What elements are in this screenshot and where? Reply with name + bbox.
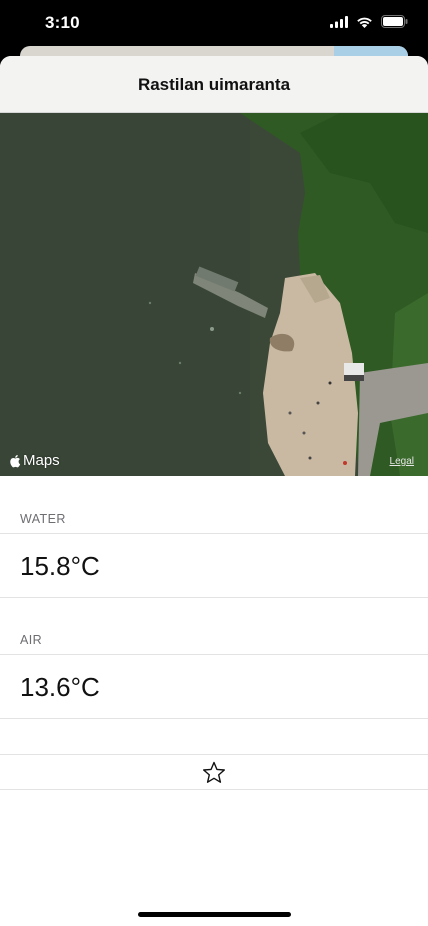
apple-logo-icon [10, 454, 21, 467]
water-temperature: 15.8°C [20, 551, 100, 581]
water-section-header: WATER [20, 512, 66, 526]
air-temperature: 13.6°C [20, 672, 100, 702]
page-title: Rastilan uimaranta [137, 75, 291, 94]
detail-sheet: Rastilan uimaranta Maps Legal WATER 15.8… [0, 56, 428, 926]
satellite-map[interactable]: Maps Legal [0, 113, 428, 476]
navigation-bar: Rastilan uimaranta [0, 56, 428, 113]
maps-logo-text: Maps [23, 452, 60, 469]
cellular-signal-icon [330, 15, 348, 28]
legal-link[interactable]: Legal [390, 456, 414, 467]
map-imagery [0, 113, 428, 476]
star-outline-icon[interactable] [202, 761, 226, 784]
home-indicator [138, 912, 291, 917]
status-bar: 3:10 [0, 0, 428, 48]
apple-maps-logo: Maps [9, 452, 60, 469]
favorite-row [0, 754, 428, 790]
air-section-header: AIR [20, 633, 43, 647]
water-temperature-cell: 15.8°C [0, 533, 428, 598]
status-icons [330, 15, 408, 28]
air-temperature-cell: 13.6°C [0, 654, 428, 719]
battery-icon [381, 15, 408, 28]
status-time: 3:10 [45, 13, 80, 32]
wifi-icon [357, 17, 372, 28]
